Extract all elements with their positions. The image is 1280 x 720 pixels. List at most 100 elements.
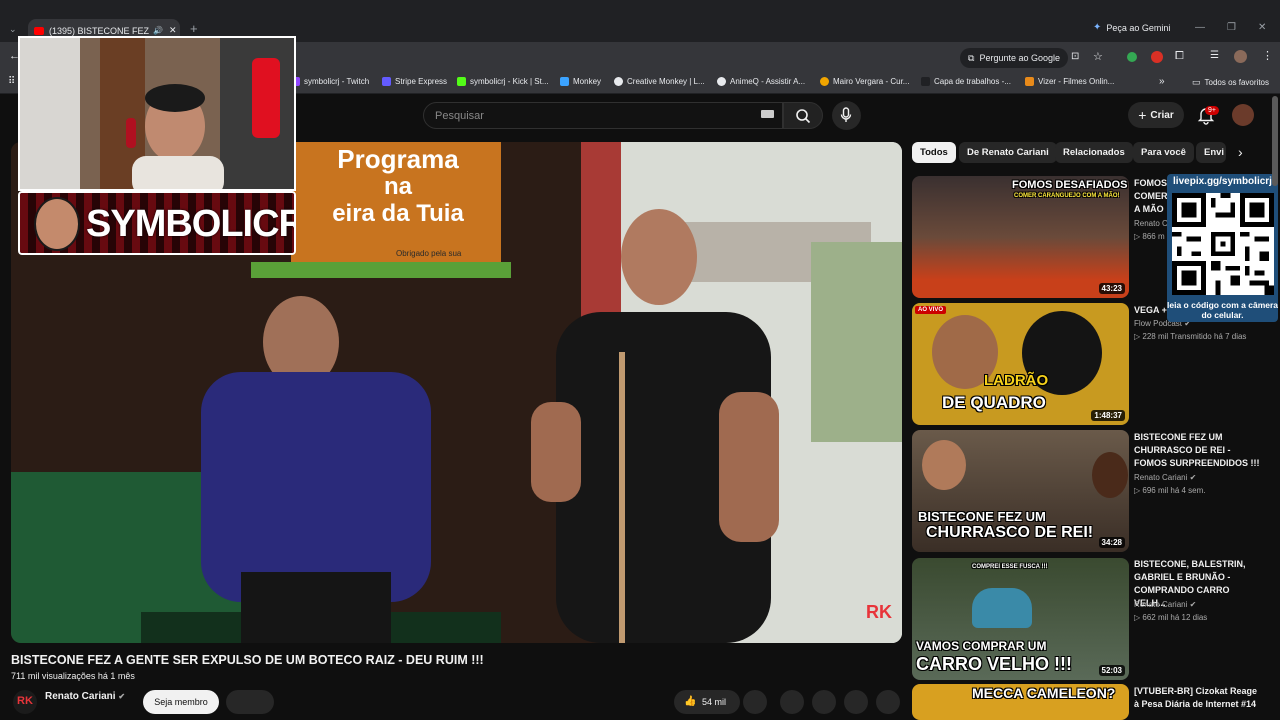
related-thumbnail[interactable]: COMPREI ESSE FUSCA !!! VAMOS COMPRAR UM …	[912, 558, 1129, 680]
more-actions-button[interactable]	[876, 690, 900, 714]
bookmark-vizer[interactable]: Vizer - Filmes Onlin...	[1025, 77, 1114, 86]
gemini-star-icon: ✦	[1093, 22, 1102, 33]
scrollbar[interactable]	[1272, 96, 1278, 186]
profile-icon[interactable]	[1234, 50, 1247, 63]
search-icon	[796, 109, 811, 124]
monkey-icon	[560, 77, 569, 86]
video-sign: Programa na eira da Tuia	[332, 144, 464, 227]
globe-icon	[614, 77, 623, 86]
verified-icon: ✔	[118, 692, 126, 701]
create-button[interactable]: + Criar	[1128, 102, 1184, 128]
share-button[interactable]	[780, 690, 804, 714]
youtube-favicon-icon	[34, 26, 44, 35]
join-button[interactable]: Seja membro	[143, 690, 219, 714]
chip-for-you[interactable]: Para você	[1133, 142, 1194, 163]
extensions-puzzle-icon[interactable]: ⧠	[1175, 50, 1184, 63]
thumbnail-text: LADRÃO	[984, 372, 1049, 389]
thumbnail-subtext: DE QUADRO	[942, 393, 1046, 412]
qr-code-icon	[1172, 193, 1274, 295]
tab-search-icon[interactable]: ⌄	[9, 24, 17, 35]
bookmark-creative-monkey[interactable]: Creative Monkey | L...	[614, 77, 705, 86]
streamer-webcam	[18, 36, 296, 191]
all-favorites[interactable]: ▭ Todos os favoritos	[1192, 77, 1269, 88]
like-button[interactable]: 👍 54 mil	[674, 690, 740, 714]
bookmark-stripe[interactable]: Stripe Express	[382, 77, 447, 86]
streamer-avatar-icon	[34, 197, 80, 251]
install-icon[interactable]: ⊡	[1071, 51, 1079, 62]
speaker-icon[interactable]: 🔊	[153, 26, 163, 35]
reading-list-icon[interactable]: ☰	[1210, 50, 1219, 61]
duration-badge: 52:03	[1098, 665, 1125, 676]
duration-badge: 34:28	[1098, 537, 1125, 548]
related-thumbnail[interactable]: AO VIVO LADRÃO DE QUADRO 1:48:37	[912, 303, 1129, 425]
bookmark-star-icon[interactable]: ☆	[1093, 50, 1103, 63]
vizer-icon	[1025, 77, 1034, 86]
chips-next-icon[interactable]: ›	[1238, 144, 1243, 160]
gemini-button[interactable]: ✦ Peça ao Gemini	[1093, 22, 1170, 33]
lens-icon: ⧉	[968, 52, 975, 63]
bookmark-kick[interactable]: symbolicrj - Kick | St...	[457, 77, 549, 86]
related-thumbnail[interactable]: FOMOS DESAFIADOS COMER CARANGUEJO COM A …	[912, 176, 1129, 298]
mairo-icon	[820, 77, 829, 86]
thumb-face-1	[922, 440, 966, 490]
bookmark-capa[interactable]: Capa de trabalhos -...	[921, 77, 1011, 86]
maximize-icon[interactable]: ❐	[1227, 22, 1236, 33]
channel-avatar[interactable]: RK	[13, 690, 37, 714]
chip-todos[interactable]: Todos	[912, 142, 956, 163]
menu-kebab-icon[interactable]: ⋮	[1262, 49, 1273, 62]
thumb-car	[972, 588, 1032, 628]
save-button[interactable]	[844, 690, 868, 714]
related-title[interactable]: BISTECONE FEZ UM CHURRASCO DE REI - FOMO…	[1134, 431, 1260, 470]
more-bookmarks-icon[interactable]: »	[1159, 76, 1165, 87]
chip-envi[interactable]: Envi	[1196, 142, 1226, 163]
close-window-icon[interactable]: ✕	[1258, 22, 1266, 33]
channel-name[interactable]: Renato Cariani ✔	[45, 691, 125, 702]
dislike-button[interactable]	[743, 690, 767, 714]
related-channel[interactable]: Renato C	[1134, 219, 1168, 228]
related-meta: ▷ 696 mil há 4 sem.	[1134, 486, 1206, 495]
related-channel[interactable]: Renato Cariani ✔	[1134, 600, 1196, 609]
related-meta: ▷ 228 mil Transmitido há 7 dias	[1134, 332, 1247, 341]
thumbnail-subtext: COMER CARANGUEJO COM A MÃO!	[1014, 193, 1120, 199]
bookmark-mairo[interactable]: Mairo Vergara - Cur...	[820, 77, 909, 86]
hype-button[interactable]	[226, 690, 274, 714]
capa-icon	[921, 77, 930, 86]
extension-red-icon[interactable]	[1151, 51, 1163, 63]
magic-button[interactable]	[812, 690, 836, 714]
thumbnail-tag: COMPREI ESSE FUSCA !!!	[972, 564, 1048, 570]
minimize-icon[interactable]: —	[1195, 22, 1205, 33]
thumbnail-text: BISTECONE FEZ UM	[918, 509, 1046, 524]
close-tab-icon[interactable]: ✕	[169, 25, 177, 36]
plus-icon: +	[1138, 107, 1147, 123]
voice-search-button[interactable]	[832, 101, 861, 130]
related-title[interactable]: [VTUBER-BR] Cizokat Reage à Pesa Diária …	[1134, 685, 1260, 720]
video-sign-small-text: Obrigado pela sua	[396, 249, 462, 258]
thumbnail-subtext: CARRO VELHO !!!	[916, 654, 1072, 674]
rk-logo-icon: RK	[17, 695, 33, 707]
related-thumbnail[interactable]: BISTECONE FEZ UM CHURRASCO DE REI! 34:28	[912, 430, 1129, 552]
related-thumbnail[interactable]: MECCA CAMELEON?	[912, 684, 1129, 720]
bookmark-twitch[interactable]: symbolicrj - Twitch	[291, 77, 369, 86]
thumbnail-text: FOMOS DESAFIADOS	[1012, 179, 1128, 191]
search-button[interactable]	[783, 102, 823, 129]
extension-green-icon[interactable]	[1127, 52, 1137, 62]
thumbnail-text: MECCA CAMELEON?	[972, 685, 1116, 701]
apps-grid-icon[interactable]: ⠿	[8, 76, 15, 87]
svg-text:RK: RK	[866, 602, 892, 622]
chip-channel[interactable]: De Renato Cariani	[959, 142, 1057, 163]
ask-google-button[interactable]: ⧉ Pergunte ao Google	[960, 48, 1068, 68]
thumbnail-text: VAMOS COMPRAR UM	[916, 639, 1047, 653]
globe-icon	[717, 77, 726, 86]
bookmark-monkey[interactable]: Monkey	[560, 77, 601, 86]
related-channel[interactable]: Renato Cariani ✔	[1134, 473, 1196, 482]
video-title: BISTECONE FEZ A GENTE SER EXPULSO DE UM …	[11, 653, 484, 667]
account-avatar[interactable]	[1232, 104, 1254, 126]
notification-count-badge: 9+	[1205, 106, 1219, 115]
keyboard-icon[interactable]	[761, 110, 774, 118]
webcam-frame	[20, 38, 294, 189]
new-tab-icon[interactable]: +	[190, 21, 198, 36]
stripe-icon	[382, 77, 391, 86]
search-input[interactable]: Pesquisar	[423, 102, 783, 129]
bookmark-animeq[interactable]: AnimeQ - Assistir A...	[717, 77, 805, 86]
chip-related[interactable]: Relacionados	[1055, 142, 1133, 163]
